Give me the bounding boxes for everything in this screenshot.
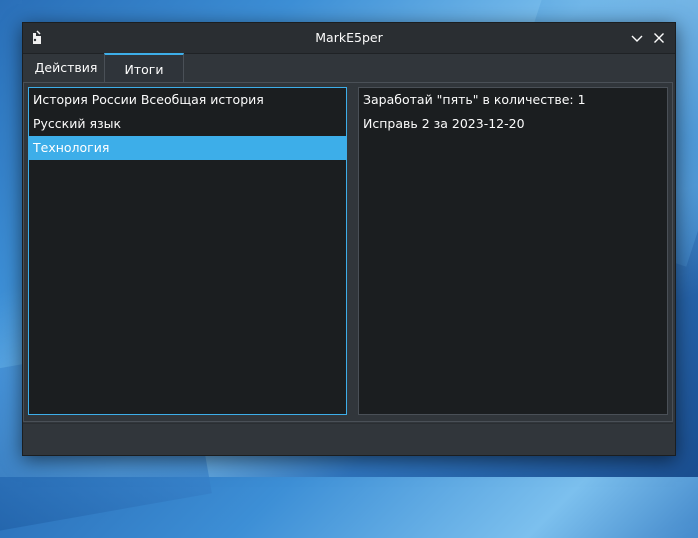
subject-list-item[interactable]: Русский язык — [29, 112, 346, 136]
tab-bar: Действия Итоги — [23, 53, 675, 83]
tab-results[interactable]: Итоги — [104, 53, 184, 82]
subject-list-item-selected[interactable]: Технология — [29, 136, 346, 160]
subject-list[interactable]: История России Всеобщая история Русский … — [28, 87, 347, 415]
title-bar[interactable]: MarkE5per — [23, 23, 675, 54]
minimize-icon[interactable] — [629, 30, 645, 46]
status-bar — [23, 423, 673, 455]
detail-line: Заработай "пять" в количестве: 1 — [363, 92, 586, 107]
subject-list-item[interactable]: История России Всеобщая история — [29, 88, 346, 112]
results-panel: История России Всеобщая история Русский … — [23, 82, 673, 422]
window-title: MarkE5per — [315, 30, 383, 45]
detail-line: Исправь 2 за 2023-12-20 — [363, 116, 525, 131]
close-icon[interactable] — [651, 30, 667, 46]
tab-actions[interactable]: Действия — [27, 53, 105, 82]
app-window: MarkE5per Действия Итоги История России … — [22, 22, 676, 456]
results-details: Заработай "пять" в количестве: 1 Исправь… — [358, 87, 668, 415]
